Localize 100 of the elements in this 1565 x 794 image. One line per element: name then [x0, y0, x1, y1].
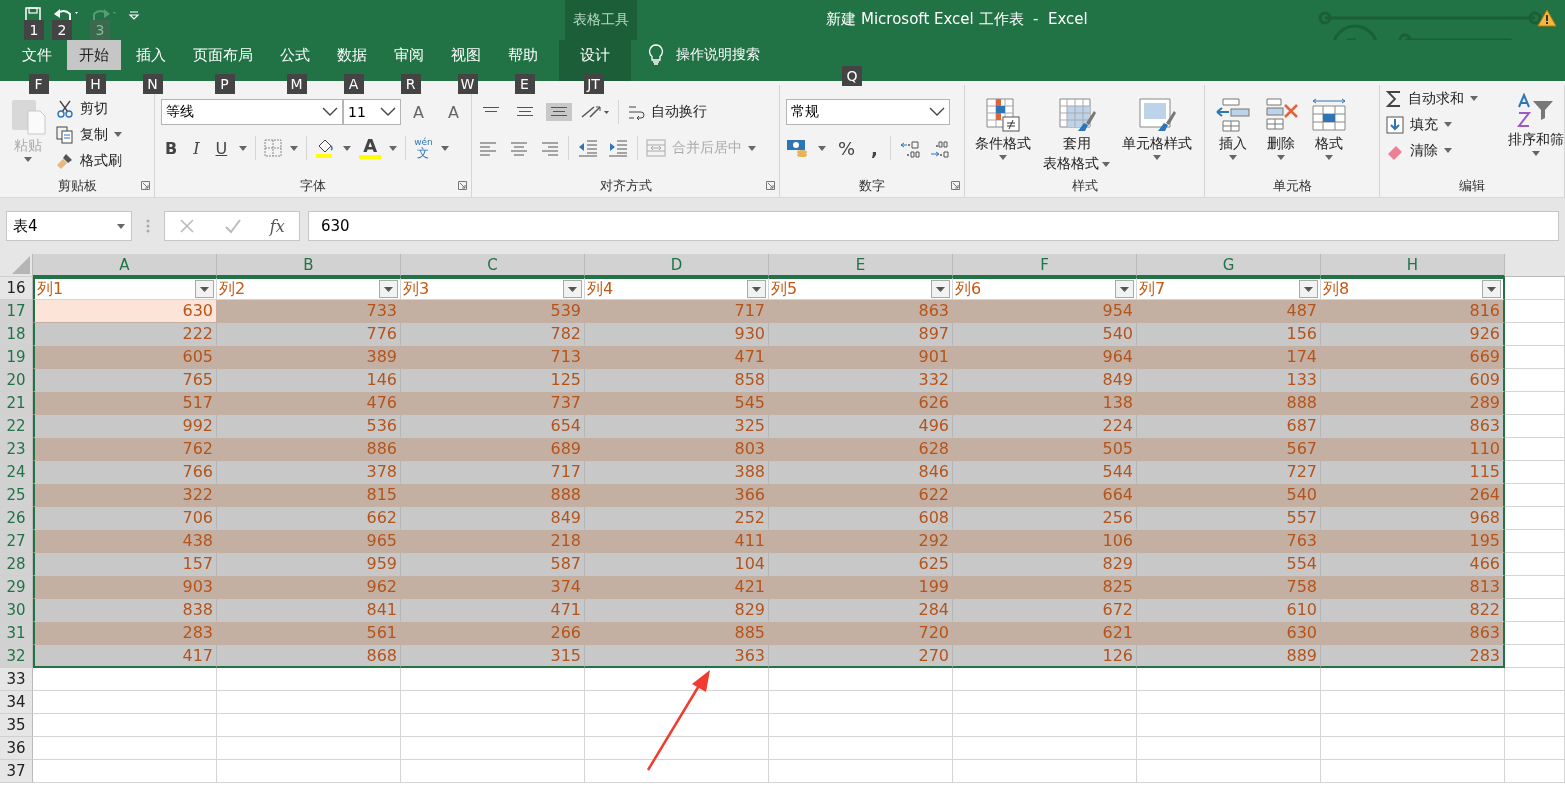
- ribbon-tab[interactable]: 公式: [268, 40, 322, 70]
- row-header[interactable]: 19: [0, 346, 33, 369]
- filter-button[interactable]: [1299, 280, 1318, 298]
- cut-button[interactable]: 剪切: [56, 97, 122, 120]
- increase-font-size-button[interactable]: A: [409, 102, 428, 122]
- row-header[interactable]: 18: [0, 323, 33, 346]
- currency-icon[interactable]: [786, 138, 810, 158]
- filter-button[interactable]: [563, 280, 582, 298]
- column-header[interactable]: A: [33, 254, 217, 277]
- row-header[interactable]: 37: [0, 760, 33, 783]
- sort-filter-button[interactable]: 排序和筛: [1504, 85, 1564, 158]
- column-header[interactable]: H: [1321, 254, 1505, 277]
- ribbon-tab[interactable]: 帮助: [496, 40, 550, 70]
- column-header[interactable]: F: [953, 254, 1137, 277]
- cell-styles-button[interactable]: 单元格样式: [1118, 95, 1196, 162]
- ribbon-tab[interactable]: 页面布局: [181, 40, 265, 70]
- row-header[interactable]: 20: [0, 369, 33, 392]
- insert-cells-button[interactable]: 插入: [1211, 95, 1255, 162]
- conditional-formatting-button[interactable]: 条件格式: [971, 95, 1035, 162]
- row-header[interactable]: 26: [0, 507, 33, 530]
- table-cell: 115: [1321, 461, 1505, 484]
- number-format-field[interactable]: 常规: [786, 99, 950, 125]
- decrease-decimal-icon[interactable]: [928, 138, 951, 158]
- dialog-launcher-icon[interactable]: [141, 181, 150, 190]
- ribbon-tab[interactable]: 审阅: [382, 40, 436, 70]
- insert-function-button[interactable]: fx: [269, 216, 285, 236]
- ribbon-tab[interactable]: 数据: [325, 40, 379, 70]
- row-header[interactable]: 25: [0, 484, 33, 507]
- row-header[interactable]: 16: [0, 277, 33, 300]
- row-header[interactable]: 22: [0, 415, 33, 438]
- filter-button[interactable]: [747, 280, 766, 298]
- paintbrush-icon: [56, 151, 74, 170]
- row-header[interactable]: 23: [0, 438, 33, 461]
- comma-style-button[interactable]: ,: [867, 137, 882, 159]
- phonetic-guide-icon[interactable]: wén 文: [414, 136, 433, 160]
- row-header[interactable]: 35: [0, 714, 33, 737]
- ribbon-tab[interactable]: 文件: [10, 40, 64, 70]
- column-header[interactable]: C: [401, 254, 585, 277]
- dialog-launcher-icon[interactable]: [766, 181, 775, 190]
- row-header[interactable]: 33: [0, 668, 33, 691]
- filter-button[interactable]: [1115, 280, 1134, 298]
- copy-button[interactable]: 复制: [56, 123, 122, 146]
- table-cell: 110: [1321, 438, 1505, 461]
- format-cells-button[interactable]: 格式: [1307, 95, 1351, 162]
- row-header[interactable]: 30: [0, 599, 33, 622]
- font-size-field[interactable]: 11: [343, 99, 401, 125]
- clear-button[interactable]: 清除: [1386, 139, 1478, 162]
- bold-button[interactable]: B: [161, 138, 182, 158]
- ribbon-tab[interactable]: 插入: [124, 40, 178, 70]
- row-header[interactable]: 17: [0, 300, 33, 323]
- column-header[interactable]: B: [217, 254, 401, 277]
- dialog-launcher-icon[interactable]: [458, 181, 467, 190]
- table-cell: 846: [769, 461, 953, 484]
- format-painter-button[interactable]: 格式刷: [56, 149, 122, 172]
- filter-button[interactable]: [1482, 280, 1501, 298]
- percent-button[interactable]: %: [834, 137, 860, 159]
- delete-cells-button[interactable]: 删除: [1259, 95, 1303, 162]
- orientation-icon[interactable]: [580, 103, 610, 121]
- vertical-align-button[interactable]: [546, 103, 572, 121]
- key-tip: F: [28, 74, 49, 94]
- underline-button[interactable]: U: [211, 138, 232, 158]
- row-header[interactable]: 28: [0, 553, 33, 576]
- column-header[interactable]: E: [769, 254, 953, 277]
- ribbon-tab[interactable]: 视图: [439, 40, 493, 70]
- increase-indent-icon[interactable]: [607, 139, 629, 157]
- table-cell: 554: [1137, 553, 1321, 576]
- column-header[interactable]: G: [1137, 254, 1321, 277]
- warning-icon[interactable]: [1537, 9, 1557, 27]
- row-header[interactable]: 36: [0, 737, 33, 760]
- formula-field[interactable]: 630: [308, 211, 1559, 241]
- row-header[interactable]: 24: [0, 461, 33, 484]
- wrap-text-button[interactable]: 自动换行: [627, 100, 707, 124]
- dialog-launcher-icon[interactable]: [951, 181, 960, 190]
- filter-button[interactable]: [379, 280, 398, 298]
- decrease-font-size-button[interactable]: A: [443, 102, 463, 122]
- font-color-button[interactable]: A: [359, 137, 382, 159]
- fill-button[interactable]: 填充: [1386, 113, 1478, 136]
- row-header[interactable]: 31: [0, 622, 33, 645]
- row-header[interactable]: 34: [0, 691, 33, 714]
- row-header[interactable]: 32: [0, 645, 33, 668]
- row-header[interactable]: 27: [0, 530, 33, 553]
- filter-button[interactable]: [195, 280, 214, 298]
- row-header[interactable]: 29: [0, 576, 33, 599]
- insert-cells-icon: [1215, 97, 1251, 133]
- filter-button[interactable]: [931, 280, 950, 298]
- column-header[interactable]: D: [585, 254, 769, 277]
- fill-color-icon[interactable]: [315, 138, 336, 158]
- drag-handle-icon[interactable]: [146, 219, 150, 233]
- autosum-button[interactable]: 自动求和: [1386, 87, 1478, 110]
- enter-check-icon[interactable]: [223, 218, 242, 234]
- row-header[interactable]: 21: [0, 392, 33, 415]
- increase-decimal-icon[interactable]: [898, 138, 921, 158]
- italic-button[interactable]: I: [189, 138, 204, 158]
- ribbon-tab[interactable]: 开始: [67, 40, 121, 70]
- name-box[interactable]: 表4: [6, 211, 132, 241]
- decrease-indent-icon[interactable]: [577, 139, 599, 157]
- tell-me-search[interactable]: 操作说明搜索: [648, 40, 760, 70]
- format-as-table-button[interactable]: 套用 表格格式: [1039, 95, 1114, 175]
- font-name-field[interactable]: 等线: [161, 99, 343, 125]
- table-cell: 476: [217, 392, 401, 415]
